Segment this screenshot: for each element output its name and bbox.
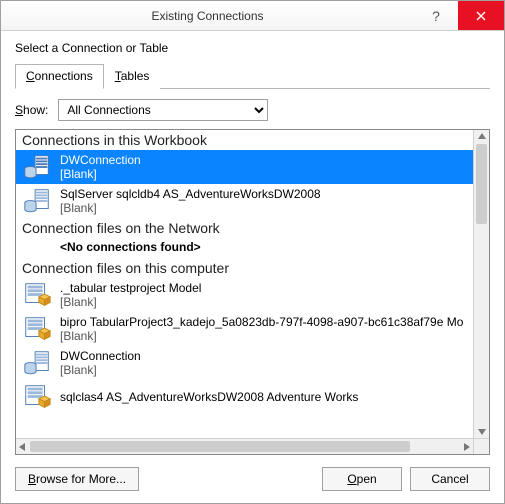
item-sub: [Blank] bbox=[60, 295, 201, 309]
show-row: Show: All Connections bbox=[15, 99, 490, 121]
db-icon bbox=[22, 152, 52, 182]
connection-item[interactable]: ._tabular testproject Model [Blank] bbox=[16, 278, 473, 312]
item-text: DWConnection [Blank] bbox=[60, 349, 141, 377]
item-name: DWConnection bbox=[60, 153, 141, 167]
item-sub: [Blank] bbox=[60, 201, 321, 215]
prompt-label: Select a Connection or Table bbox=[15, 41, 490, 55]
scrollbar-thumb[interactable] bbox=[30, 441, 410, 452]
browse-button[interactable]: Browse for More... bbox=[15, 467, 139, 491]
db-icon bbox=[22, 348, 52, 378]
tab-tables[interactable]: Tables bbox=[104, 64, 161, 89]
show-dropdown[interactable]: All Connections bbox=[58, 99, 268, 121]
group-workbook: Connections in this Workbook bbox=[16, 130, 473, 150]
connection-item[interactable]: bipro TabularProject3_kadejo_5a0823db-79… bbox=[16, 312, 473, 346]
item-name: ._tabular testproject Model bbox=[60, 281, 201, 295]
tab-connections[interactable]: Connections bbox=[15, 64, 104, 89]
connection-item[interactable]: DWConnection [Blank] bbox=[16, 346, 473, 380]
item-name: SqlServer sqlcldb4 AS_AdventureWorksDW20… bbox=[60, 187, 321, 201]
item-name: DWConnection bbox=[60, 349, 141, 363]
horizontal-scrollbar[interactable] bbox=[16, 438, 473, 454]
list-viewport: Connections in this Workbook DWConnectio… bbox=[16, 130, 473, 438]
close-button[interactable] bbox=[458, 1, 504, 30]
dialog-existing-connections: Existing Connections ? Select a Connecti… bbox=[0, 0, 505, 504]
item-text: sqlclas4 AS_AdventureWorksDW2008 Adventu… bbox=[60, 390, 358, 404]
item-sub: [Blank] bbox=[60, 167, 141, 181]
tab-bar: Connections Tables bbox=[15, 63, 490, 89]
footer-right: Open Cancel bbox=[322, 467, 490, 491]
show-label: Show: bbox=[15, 103, 48, 117]
cube-icon bbox=[22, 280, 52, 310]
no-connections-message: <No connections found> bbox=[16, 238, 473, 258]
connection-item[interactable]: DWConnection [Blank] bbox=[16, 150, 473, 184]
connection-item[interactable]: sqlclas4 AS_AdventureWorksDW2008 Adventu… bbox=[16, 380, 473, 414]
dialog-body: Select a Connection or Table Connections… bbox=[1, 31, 504, 503]
item-text: SqlServer sqlcldb4 AS_AdventureWorksDW20… bbox=[60, 187, 321, 215]
item-name: bipro TabularProject3_kadejo_5a0823db-79… bbox=[60, 315, 463, 329]
db-icon bbox=[22, 186, 52, 216]
cube-icon bbox=[22, 382, 52, 412]
help-button[interactable]: ? bbox=[414, 1, 458, 30]
titlebar: Existing Connections ? bbox=[1, 1, 504, 31]
scrollbar-thumb[interactable] bbox=[476, 144, 487, 224]
connection-list: Connections in this Workbook DWConnectio… bbox=[15, 129, 490, 455]
group-computer: Connection files on this computer bbox=[16, 258, 473, 278]
close-icon bbox=[476, 11, 486, 21]
titlebar-buttons: ? bbox=[414, 1, 504, 30]
item-text: ._tabular testproject Model [Blank] bbox=[60, 281, 201, 309]
open-button[interactable]: Open bbox=[322, 467, 402, 491]
item-sub: [Blank] bbox=[60, 363, 141, 377]
item-text: bipro TabularProject3_kadejo_5a0823db-79… bbox=[60, 315, 463, 343]
footer: Browse for More... Open Cancel bbox=[15, 467, 490, 491]
window-title: Existing Connections bbox=[1, 9, 414, 23]
item-text: DWConnection [Blank] bbox=[60, 153, 141, 181]
cube-icon bbox=[22, 314, 52, 344]
item-name: sqlclas4 AS_AdventureWorksDW2008 Adventu… bbox=[60, 390, 358, 404]
connection-item[interactable]: SqlServer sqlcldb4 AS_AdventureWorksDW20… bbox=[16, 184, 473, 218]
group-network: Connection files on the Network bbox=[16, 218, 473, 238]
vertical-scrollbar[interactable] bbox=[473, 130, 489, 438]
scroll-corner bbox=[473, 438, 489, 454]
cancel-button[interactable]: Cancel bbox=[410, 467, 490, 491]
item-sub: [Blank] bbox=[60, 329, 463, 343]
